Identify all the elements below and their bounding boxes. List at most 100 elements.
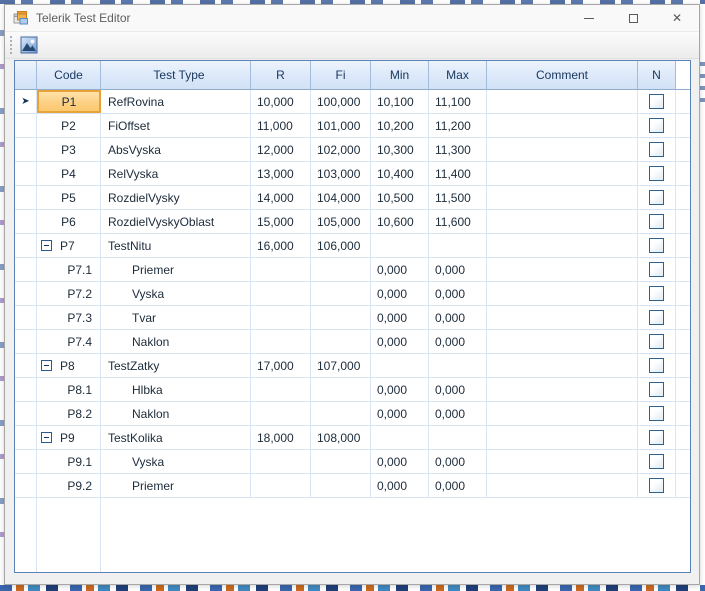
cell-fi[interactable] [311,330,371,353]
row-header[interactable] [15,426,37,449]
toolbar-grip-handle[interactable] [10,36,12,54]
cell-code[interactable]: P1 [37,90,101,113]
cell-code[interactable]: P7.1 [37,258,101,281]
cell-max[interactable] [429,354,487,377]
collapse-toggle-icon[interactable] [41,432,52,443]
cell-max[interactable]: 11,400 [429,162,487,185]
column-header-rowheader[interactable] [15,61,37,90]
cell-max[interactable]: 0,000 [429,330,487,353]
cell-n[interactable] [638,90,676,113]
cell-min[interactable]: 0,000 [371,330,429,353]
cell-min[interactable] [371,354,429,377]
n-checkbox[interactable] [649,214,664,229]
cell-r[interactable]: 17,000 [251,354,311,377]
cell-test-type[interactable]: TestNitu [101,234,251,257]
cell-test-type[interactable]: Naklon [101,402,251,425]
n-checkbox[interactable] [649,310,664,325]
cell-comment[interactable] [487,162,638,185]
cell-n[interactable] [638,258,676,281]
row-header[interactable] [15,162,37,185]
cell-test-type[interactable]: Tvar [101,306,251,329]
cell-r[interactable]: 11,000 [251,114,311,137]
cell-test-type[interactable]: RefRovina [101,90,251,113]
cell-test-type[interactable]: Priemer [101,474,251,497]
cell-code[interactable]: P9 [37,426,101,449]
cell-r[interactable]: 14,000 [251,186,311,209]
row-header[interactable] [15,210,37,233]
cell-comment[interactable] [487,258,638,281]
row-header[interactable] [15,138,37,161]
row-header[interactable] [15,306,37,329]
cell-test-type[interactable]: RozdielVysky [101,186,251,209]
cell-n[interactable] [638,402,676,425]
cell-max[interactable]: 0,000 [429,474,487,497]
row-header[interactable] [15,474,37,497]
cell-fi[interactable]: 106,000 [311,234,371,257]
n-checkbox[interactable] [649,166,664,181]
cell-max[interactable]: 0,000 [429,450,487,473]
cell-fi[interactable] [311,258,371,281]
cell-r[interactable]: 12,000 [251,138,311,161]
cell-r[interactable] [251,282,311,305]
cell-fi[interactable] [311,306,371,329]
n-checkbox[interactable] [649,94,664,109]
cell-n[interactable] [638,378,676,401]
collapse-toggle-icon[interactable] [41,360,52,371]
cell-max[interactable]: 0,000 [429,402,487,425]
row-header[interactable]: ➤ [15,90,37,113]
cell-code[interactable]: P3 [37,138,101,161]
cell-min[interactable]: 0,000 [371,258,429,281]
cell-max[interactable]: 11,100 [429,90,487,113]
cell-min[interactable]: 0,000 [371,378,429,401]
cell-n[interactable] [638,138,676,161]
cell-test-type[interactable]: TestKolika [101,426,251,449]
cell-n[interactable] [638,426,676,449]
cell-comment[interactable] [487,234,638,257]
cell-code[interactable]: P7 [37,234,101,257]
n-checkbox[interactable] [649,478,664,493]
cell-max[interactable]: 0,000 [429,306,487,329]
cell-max[interactable] [429,426,487,449]
cell-comment[interactable] [487,282,638,305]
row-header[interactable] [15,354,37,377]
row-header[interactable] [15,234,37,257]
minimize-button[interactable] [567,5,611,31]
cell-comment[interactable] [487,450,638,473]
n-checkbox[interactable] [649,382,664,397]
cell-fi[interactable] [311,402,371,425]
cell-comment[interactable] [487,186,638,209]
cell-comment[interactable] [487,306,638,329]
cell-n[interactable] [638,474,676,497]
n-checkbox[interactable] [649,238,664,253]
row-header[interactable] [15,186,37,209]
cell-fi[interactable] [311,282,371,305]
column-header-max[interactable]: Max [429,61,487,90]
cell-fi[interactable]: 101,000 [311,114,371,137]
cell-comment[interactable] [487,114,638,137]
cell-min[interactable]: 10,400 [371,162,429,185]
cell-test-type[interactable]: RelVyska [101,162,251,185]
cell-code[interactable]: P7.4 [37,330,101,353]
cell-fi[interactable]: 104,000 [311,186,371,209]
cell-n[interactable] [638,354,676,377]
row-header[interactable] [15,378,37,401]
cell-n[interactable] [638,162,676,185]
cell-comment[interactable] [487,402,638,425]
n-checkbox[interactable] [649,454,664,469]
cell-code[interactable]: P5 [37,186,101,209]
titlebar[interactable]: Telerik Test Editor ✕ [5,5,699,31]
cell-test-type[interactable]: TestZatky [101,354,251,377]
cell-r[interactable]: 13,000 [251,162,311,185]
cell-r[interactable] [251,258,311,281]
n-checkbox[interactable] [649,262,664,277]
cell-max[interactable]: 11,300 [429,138,487,161]
cell-code[interactable]: P8.1 [37,378,101,401]
cell-min[interactable]: 0,000 [371,402,429,425]
close-button[interactable]: ✕ [655,5,699,31]
n-checkbox[interactable] [649,358,664,373]
cell-comment[interactable] [487,210,638,233]
cell-test-type[interactable]: FiOffset [101,114,251,137]
n-checkbox[interactable] [649,286,664,301]
cell-min[interactable]: 0,000 [371,450,429,473]
cell-fi[interactable]: 108,000 [311,426,371,449]
